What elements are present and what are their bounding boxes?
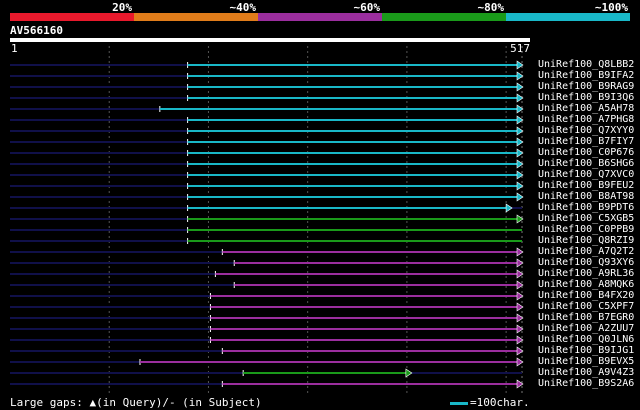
hit-arrow-icon: [516, 291, 524, 301]
hit-arrow-icon: [516, 192, 524, 202]
hit-label[interactable]: UniRef100_Q8LBB2: [538, 59, 634, 70]
hit-label[interactable]: UniRef100_B9IJG1: [538, 345, 634, 356]
hit-arrow-icon: [516, 148, 524, 158]
hit-label[interactable]: UniRef100_B9PDT6: [538, 202, 634, 213]
hit-label[interactable]: UniRef100_B9IFA2: [538, 70, 634, 81]
hit-label[interactable]: UniRef100_Q0JLN6: [538, 334, 634, 345]
hit-label[interactable]: UniRef100_A2ZUU7: [538, 323, 634, 334]
hit-arrow-icon: [516, 93, 524, 103]
hit-arrow-icon: [516, 302, 524, 312]
hit-label[interactable]: UniRef100_C0P676: [538, 147, 634, 158]
hit-arrow-icon: [516, 346, 524, 356]
hit-label[interactable]: UniRef100_B9FEU2: [538, 180, 634, 191]
scale-swatch: [450, 401, 468, 405]
hit-label[interactable]: UniRef100_A5AH78: [538, 103, 634, 114]
hit-label[interactable]: UniRef100_Q93XY6: [538, 257, 634, 268]
hit-label[interactable]: UniRef100_A8MQK6: [538, 279, 634, 290]
hit-label[interactable]: UniRef100_B7EGR0: [538, 312, 634, 323]
hit-arrow-icon: [516, 357, 524, 367]
hit-arrow-icon: [516, 71, 524, 81]
hit-label[interactable]: UniRef100_B9S2A6: [538, 378, 634, 389]
hit-arrow-icon: [505, 203, 513, 213]
hit-label[interactable]: UniRef100_B6SHG6: [538, 158, 634, 169]
hit-label[interactable]: UniRef100_Q7XYY0: [538, 125, 634, 136]
hit-label[interactable]: UniRef100_B4FX20: [538, 290, 634, 301]
hit-label[interactable]: UniRef100_B7FIY7: [538, 136, 634, 147]
hit-arrow-icon: [405, 368, 413, 378]
hit-label[interactable]: UniRef100_C0PPB9: [538, 224, 634, 235]
hit-label[interactable]: UniRef100_A7PHG8: [538, 114, 634, 125]
hit-label[interactable]: UniRef100_C5XPF7: [538, 301, 634, 312]
hit-arrow-icon: [516, 82, 524, 92]
hit-arrow-icon: [516, 258, 524, 268]
hit-label[interactable]: UniRef100_A9V4Z3: [538, 367, 634, 378]
hit-arrow-icon: [516, 247, 524, 257]
hit-arrow-icon: [516, 181, 524, 191]
scale-legend: =100char.: [450, 396, 530, 409]
scale-legend-text: =100char.: [470, 396, 530, 409]
hit-label[interactable]: UniRef100_Q8RZI9: [538, 235, 634, 246]
hit-label[interactable]: UniRef100_A9RL36: [538, 268, 634, 279]
hit-arrow-icon: [516, 313, 524, 323]
hit-label[interactable]: UniRef100_B8AT98: [538, 191, 634, 202]
hit-label[interactable]: UniRef100_B9EVX5: [538, 356, 634, 367]
hit-label[interactable]: UniRef100_Q7XVC0: [538, 169, 634, 180]
hit-arrow-icon: [516, 126, 524, 136]
gaps-legend: Large gaps: ▲(in Query)/- (in Subject): [10, 396, 262, 409]
hit-label[interactable]: UniRef100_A7Q2T2: [538, 246, 634, 257]
hit-arrow-icon: [516, 137, 524, 147]
hit-label[interactable]: UniRef100_C5XGB5: [538, 213, 634, 224]
hit-label[interactable]: UniRef100_B9I3Q6: [538, 92, 634, 103]
hit-label[interactable]: UniRef100_B9RAG9: [538, 81, 634, 92]
